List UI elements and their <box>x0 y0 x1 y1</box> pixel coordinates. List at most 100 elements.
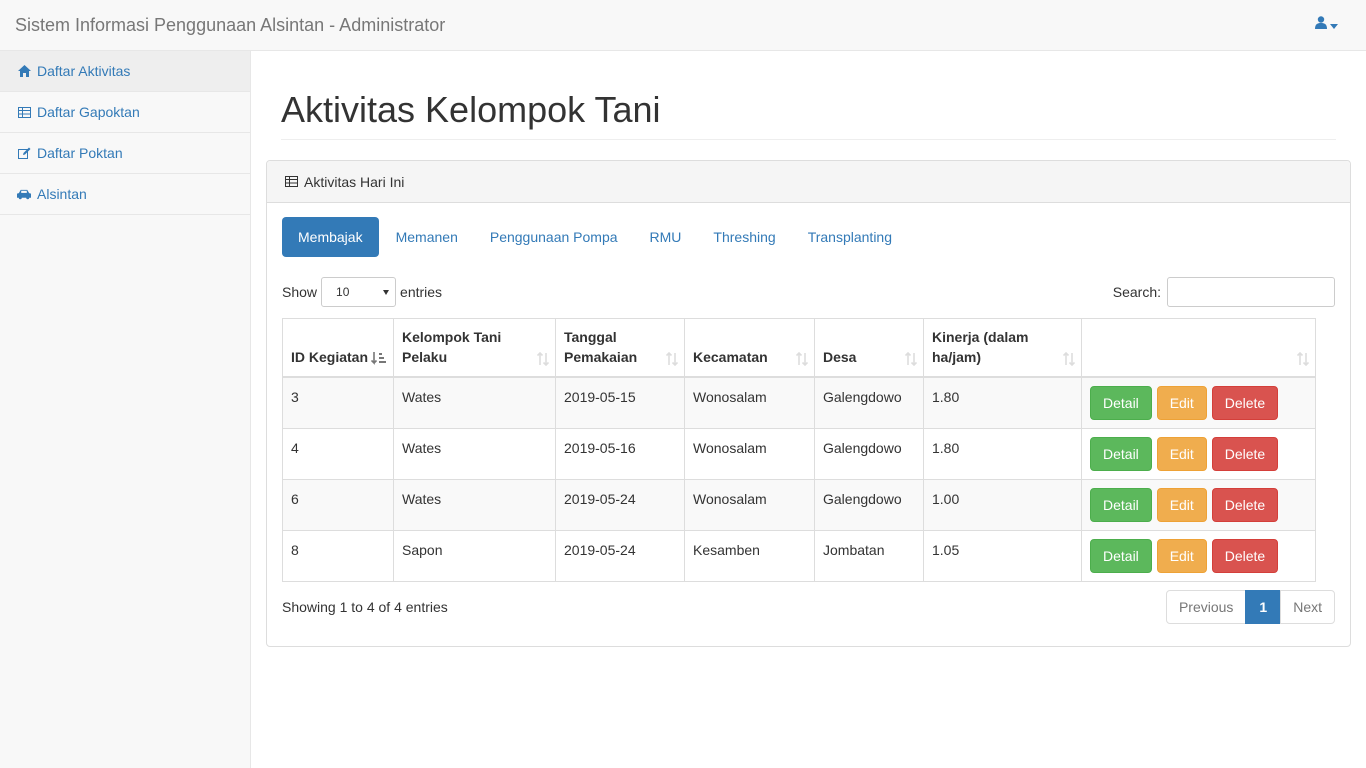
app-title[interactable]: Sistem Informasi Penggunaan Alsintan - A… <box>15 14 445 36</box>
cell-desa: Galengdowo <box>814 427 924 480</box>
sort-both-icon <box>796 351 808 366</box>
entries-label: entries <box>400 284 443 300</box>
tab-rmu[interactable]: RMU <box>634 217 698 257</box>
tab-penggunaan-pompa[interactable]: Penggunaan Pompa <box>474 217 634 257</box>
search-input[interactable] <box>1167 277 1335 307</box>
cell-desa: Galengdowo <box>814 478 924 531</box>
cell-kelompok-tani: Wates <box>393 427 556 480</box>
sidebar-item-label: Alsintan <box>37 186 87 202</box>
user-menu[interactable] <box>1315 16 1338 32</box>
caret-down-icon <box>383 290 390 295</box>
cell-id: 4 <box>282 427 394 480</box>
cell-tanggal: 2019-05-16 <box>555 427 685 480</box>
pagination-next-button[interactable]: Next <box>1280 590 1335 624</box>
sidebar-item-label: Daftar Poktan <box>37 145 123 161</box>
cell-actions: Detail Edit Delete <box>1081 376 1316 429</box>
column-header-label: Tanggal Pemakaian <box>564 328 638 365</box>
cell-tanggal: 2019-05-15 <box>555 376 685 429</box>
delete-button[interactable]: Delete <box>1211 385 1279 420</box>
table-info: Showing 1 to 4 of 4 entries <box>282 599 448 615</box>
detail-button[interactable]: Detail <box>1090 436 1152 471</box>
activity-table: ID Kegiatan Kelompok Tani Pelaku Tanggal… <box>282 318 1316 582</box>
delete-button[interactable]: Delete <box>1211 538 1279 573</box>
edit-button[interactable]: Edit <box>1156 385 1207 420</box>
table-row: 6 Wates 2019-05-24 Wonosalam Galengdowo … <box>282 478 1316 531</box>
column-header-tanggal-pemakaian[interactable]: Tanggal Pemakaian <box>555 318 685 377</box>
sidebar-item-daftar-poktan[interactable]: Daftar Poktan <box>0 133 250 174</box>
car-icon <box>17 187 31 201</box>
user-icon <box>1315 16 1327 32</box>
sidebar-item-daftar-gapoktan[interactable]: Daftar Gapoktan <box>0 92 250 133</box>
cell-kecamatan: Wonosalam <box>684 478 815 531</box>
sidebar-item-label: Daftar Aktivitas <box>37 63 131 79</box>
sidebar: Daftar Aktivitas Daftar Gapoktan Daftar … <box>0 51 251 768</box>
column-header-id-kegiatan[interactable]: ID Kegiatan <box>282 318 394 377</box>
activity-tabs: Membajak Memanen Penggunaan Pompa RMU Th… <box>282 217 908 257</box>
activity-panel: Aktivitas Hari Ini Membajak Memanen Peng… <box>266 160 1351 647</box>
column-header-label: Kelompok Tani Pelaku <box>402 328 502 365</box>
column-header-kinerja[interactable]: Kinerja (dalam ha/jam) <box>923 318 1082 377</box>
pagination: Previous 1 Next <box>1165 590 1335 624</box>
cell-kinerja: 1.80 <box>923 427 1082 480</box>
cell-kinerja: 1.05 <box>923 529 1082 582</box>
detail-button[interactable]: Detail <box>1090 487 1152 522</box>
column-header-kecamatan[interactable]: Kecamatan <box>684 318 815 377</box>
tab-threshing[interactable]: Threshing <box>697 217 791 257</box>
sidebar-item-alsintan[interactable]: Alsintan <box>0 174 250 215</box>
column-header-label: Desa <box>823 348 857 365</box>
chevron-down-icon <box>1330 16 1338 32</box>
sort-both-icon <box>537 351 549 366</box>
cell-id: 6 <box>282 478 394 531</box>
table-row: 3 Wates 2019-05-15 Wonosalam Galengdowo … <box>282 376 1316 429</box>
search-control: Search: <box>1113 277 1335 307</box>
detail-button[interactable]: Detail <box>1090 538 1152 573</box>
cell-kecamatan: Kesamben <box>684 529 815 582</box>
cell-actions: Detail Edit Delete <box>1081 427 1316 480</box>
cell-actions: Detail Edit Delete <box>1081 529 1316 582</box>
sort-both-icon <box>1297 351 1309 366</box>
table-icon <box>17 105 31 119</box>
edit-button[interactable]: Edit <box>1156 436 1207 471</box>
sort-both-icon <box>666 351 678 366</box>
cell-kelompok-tani: Wates <box>393 478 556 531</box>
cell-kinerja: 1.80 <box>923 376 1082 429</box>
column-header-desa[interactable]: Desa <box>814 318 924 377</box>
column-header-actions[interactable] <box>1081 318 1316 377</box>
title-divider <box>281 139 1336 140</box>
search-label: Search: <box>1112 284 1161 300</box>
table-row: 8 Sapon 2019-05-24 Kesamben Jombatan 1.0… <box>282 529 1316 582</box>
entries-select[interactable]: 10 <box>321 277 397 307</box>
sort-both-icon <box>1063 351 1075 366</box>
pagination-page-button[interactable]: 1 <box>1245 590 1282 624</box>
tab-memanen[interactable]: Memanen <box>380 217 474 257</box>
column-header-label: ID Kegiatan <box>291 348 369 365</box>
detail-button[interactable]: Detail <box>1090 385 1152 420</box>
delete-button[interactable]: Delete <box>1211 487 1279 522</box>
cell-kinerja: 1.00 <box>923 478 1082 531</box>
panel-heading-label: Aktivitas Hari Ini <box>304 173 405 190</box>
cell-tanggal: 2019-05-24 <box>555 529 685 582</box>
sidebar-item-label: Daftar Gapoktan <box>37 104 140 120</box>
cell-kecamatan: Wonosalam <box>684 427 815 480</box>
edit-button[interactable]: Edit <box>1156 538 1207 573</box>
tab-membajak[interactable]: Membajak <box>282 217 379 257</box>
cell-actions: Detail Edit Delete <box>1081 478 1316 531</box>
home-icon <box>17 64 31 78</box>
table-icon <box>285 174 304 190</box>
delete-button[interactable]: Delete <box>1211 436 1279 471</box>
column-header-kelompok-tani[interactable]: Kelompok Tani Pelaku <box>393 318 556 377</box>
edit-icon <box>17 146 31 160</box>
show-label: Show <box>282 284 318 300</box>
tab-transplanting[interactable]: Transplanting <box>792 217 908 257</box>
pagination-previous-button[interactable]: Previous <box>1165 590 1247 624</box>
table-header-row: ID Kegiatan Kelompok Tani Pelaku Tanggal… <box>282 318 1316 377</box>
entries-select-value: 10 <box>336 285 350 299</box>
sidebar-item-daftar-aktivitas[interactable]: Daftar Aktivitas <box>0 51 250 92</box>
cell-kelompok-tani: Sapon <box>393 529 556 582</box>
cell-kecamatan: Wonosalam <box>684 376 815 429</box>
cell-desa: Jombatan <box>814 529 924 582</box>
panel-heading: Aktivitas Hari Ini <box>267 161 1350 203</box>
edit-button[interactable]: Edit <box>1156 487 1207 522</box>
cell-desa: Galengdowo <box>814 376 924 429</box>
table-row: 4 Wates 2019-05-16 Wonosalam Galengdowo … <box>282 427 1316 480</box>
